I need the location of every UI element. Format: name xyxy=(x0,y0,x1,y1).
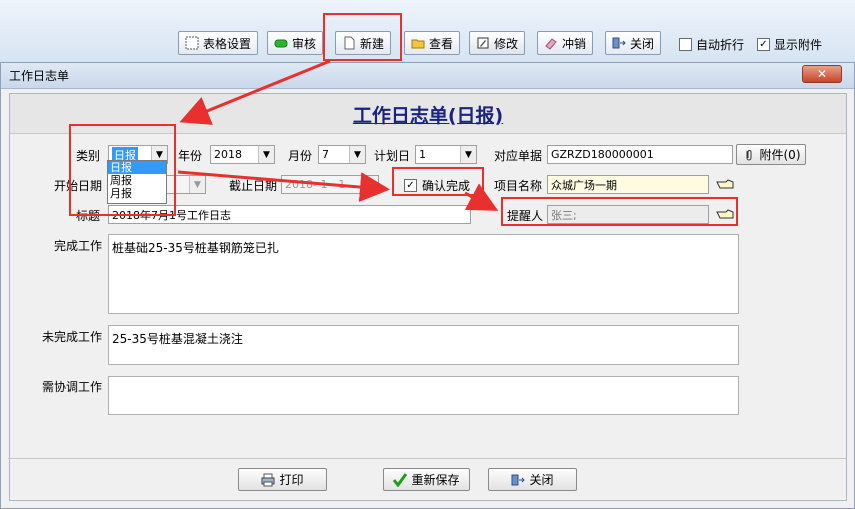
coord-textarea[interactable] xyxy=(108,376,739,415)
done-value: 桩基础25-35号桩基钢筋笼已扎 xyxy=(112,241,279,255)
category-option-daily[interactable]: 日报 xyxy=(108,161,166,174)
category-dropdown-list: 日报 周报 月报 xyxy=(107,160,167,204)
project-value: 众城广场一期 xyxy=(551,178,617,192)
start-date-label: 开始日期 xyxy=(54,179,103,193)
category-option-weekly[interactable]: 周报 xyxy=(108,174,166,187)
doc-value: GZRZD180000001 xyxy=(551,148,654,161)
chevron-down-icon[interactable]: ▼ xyxy=(189,176,205,193)
dialog-title: 工作日志单 xyxy=(9,69,70,83)
chevron-down-icon[interactable]: ▼ xyxy=(362,176,378,193)
print-button[interactable]: 打印 xyxy=(238,468,327,491)
plan-day-value: 1 xyxy=(419,148,426,161)
reminder-field[interactable]: 张三; xyxy=(547,205,709,224)
auto-wrap-toggle[interactable]: 自动折行 xyxy=(679,36,744,53)
plan-day-select[interactable]: 1 ▼ xyxy=(415,145,477,164)
eraser-icon xyxy=(545,38,557,50)
green-dot-icon xyxy=(274,39,288,48)
footer-close-button[interactable]: 关闭 xyxy=(488,468,577,491)
end-date-field[interactable]: 2018- 1 - 1 ▼ xyxy=(281,175,379,194)
pointing-hand-icon[interactable] xyxy=(716,208,734,221)
new-document-icon xyxy=(344,36,355,50)
paperclip-icon xyxy=(746,149,751,160)
dialog-close-button[interactable]: ✕ xyxy=(802,65,842,83)
category-label: 类别 xyxy=(76,149,101,163)
close-button[interactable]: 关闭 xyxy=(605,31,662,55)
edit-icon xyxy=(477,37,489,49)
close-icon: ✕ xyxy=(816,67,828,81)
toolbar: 表格设置 审核 新建 查看 修改 冲销 关闭 自动折行 ✓ 显示附件 xyxy=(0,0,855,62)
view-label: 查看 xyxy=(429,36,454,51)
printer-icon xyxy=(261,473,275,486)
new-label: 新建 xyxy=(360,36,385,51)
doc-field[interactable]: GZRZD180000001 xyxy=(547,145,733,164)
confirm-checkbox[interactable]: ✓ xyxy=(404,179,417,192)
confirm-toggle[interactable]: ✓ 确认完成 xyxy=(404,177,470,194)
checkmark-icon xyxy=(393,472,408,487)
reminder-label: 提醒人 xyxy=(507,209,544,223)
chevron-down-icon[interactable]: ▼ xyxy=(349,146,365,163)
reverse-button[interactable]: 冲销 xyxy=(537,31,594,55)
attachment-label: 附件(0) xyxy=(759,148,801,162)
table-settings-button[interactable]: 表格设置 xyxy=(178,31,259,55)
folder-icon xyxy=(411,39,425,49)
review-button[interactable]: 审核 xyxy=(267,31,324,55)
category-option-monthly[interactable]: 月报 xyxy=(108,187,166,200)
table-settings-label: 表格设置 xyxy=(203,36,252,51)
modify-button[interactable]: 修改 xyxy=(469,31,526,55)
done-label: 完成工作 xyxy=(54,239,103,253)
undone-textarea[interactable]: 25-35号桩基混凝土浇注 xyxy=(108,325,739,365)
auto-wrap-checkbox[interactable] xyxy=(679,38,692,51)
reminder-value: 张三; xyxy=(551,208,577,222)
coord-label: 需协调工作 xyxy=(42,380,103,394)
month-label: 月份 xyxy=(288,149,313,163)
dialog-titlebar: 工作日志单 xyxy=(1,63,854,89)
resave-label: 重新保存 xyxy=(411,473,460,487)
project-field[interactable]: 众城广场一期 xyxy=(547,175,709,194)
title-value: 2018年7月1号工作日志 xyxy=(112,208,231,222)
year-select[interactable]: 2018 ▼ xyxy=(210,145,275,164)
modify-label: 修改 xyxy=(494,36,519,51)
chevron-down-icon[interactable]: ▼ xyxy=(258,146,274,163)
project-label: 项目名称 xyxy=(494,179,543,193)
plan-day-label: 计划日 xyxy=(374,149,411,163)
show-attachment-checkbox[interactable]: ✓ xyxy=(757,38,770,51)
new-button[interactable]: 新建 xyxy=(335,31,392,55)
view-button[interactable]: 查看 xyxy=(404,31,461,55)
attachment-button[interactable]: 附件(0) xyxy=(736,144,806,165)
footer-divider xyxy=(8,458,846,459)
print-label: 打印 xyxy=(279,473,304,487)
chevron-down-icon[interactable]: ▼ xyxy=(460,146,476,163)
page-title: 工作日志单(日报) xyxy=(352,105,504,127)
table-icon xyxy=(185,36,199,50)
month-value: 7 xyxy=(322,148,329,161)
title-field[interactable]: 2018年7月1号工作日志 xyxy=(108,205,471,224)
title-label: 标题 xyxy=(76,209,101,223)
pointing-hand-icon[interactable] xyxy=(716,178,734,191)
resave-button[interactable]: 重新保存 xyxy=(383,468,470,491)
year-label: 年份 xyxy=(178,149,203,163)
year-value: 2018 xyxy=(214,148,242,161)
heading-band: 工作日志单(日报) xyxy=(10,94,846,134)
reverse-label: 冲销 xyxy=(562,36,587,51)
exit-icon xyxy=(612,37,626,49)
end-date-label: 截止日期 xyxy=(229,179,278,193)
review-label: 审核 xyxy=(292,36,317,51)
show-attachment-label: 显示附件 xyxy=(774,38,823,52)
show-attachment-toggle[interactable]: ✓ 显示附件 xyxy=(757,36,822,53)
close-label: 关闭 xyxy=(630,36,655,51)
end-date-value: 2018- 1 - 1 xyxy=(285,178,346,191)
confirm-label: 确认完成 xyxy=(422,179,471,193)
exit-icon xyxy=(511,474,526,485)
done-textarea[interactable]: 桩基础25-35号桩基钢筋笼已扎 xyxy=(108,234,739,314)
doc-label: 对应单据 xyxy=(494,149,543,163)
undone-label: 未完成工作 xyxy=(42,330,103,344)
month-select[interactable]: 7 ▼ xyxy=(318,145,366,164)
auto-wrap-label: 自动折行 xyxy=(696,38,745,52)
footer-close-label: 关闭 xyxy=(529,473,554,487)
undone-value: 25-35号桩基混凝土浇注 xyxy=(112,332,243,346)
